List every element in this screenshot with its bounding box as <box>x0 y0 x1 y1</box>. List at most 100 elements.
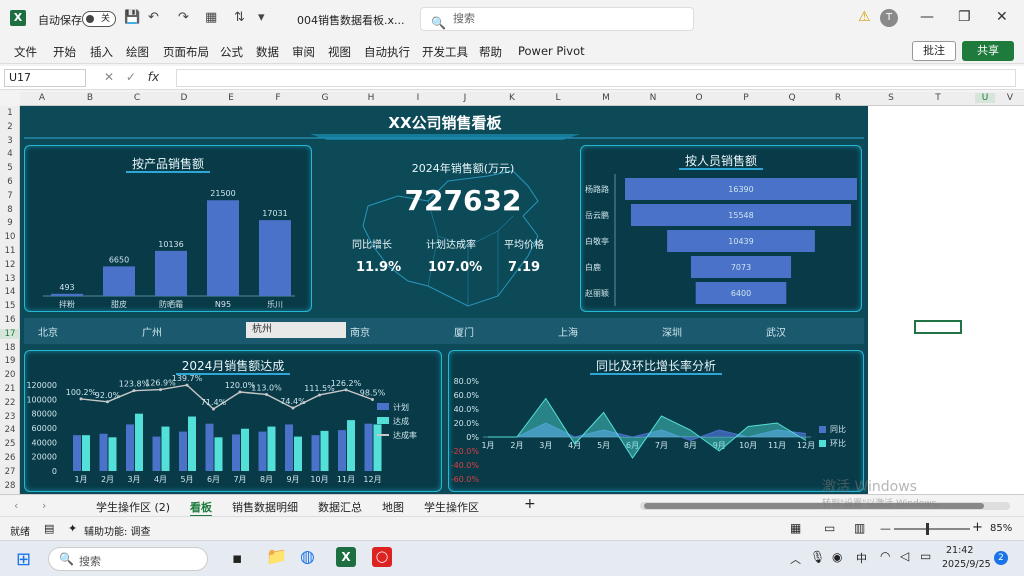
menu-review[interactable]: 审阅 <box>292 44 315 60</box>
row-header-17[interactable]: 17 <box>0 328 20 339</box>
city-button[interactable]: 广州 <box>142 324 162 339</box>
city-button[interactable]: 武汉 <box>766 324 786 339</box>
row-header-22[interactable]: 22 <box>0 398 20 408</box>
column-header-u[interactable]: U <box>975 93 995 103</box>
row-header-13[interactable]: 13 <box>0 274 20 284</box>
sheet-tab-summary[interactable]: 数据汇总 <box>318 499 362 515</box>
menu-help[interactable]: 帮助 <box>479 44 502 60</box>
menu-home[interactable]: 开始 <box>53 44 76 60</box>
row-header-4[interactable]: 4 <box>0 149 20 159</box>
row-header-7[interactable]: 7 <box>0 191 20 201</box>
column-header-i[interactable]: I <box>408 93 428 103</box>
restore-icon[interactable]: ❐ <box>958 9 971 25</box>
menu-formulas[interactable]: 公式 <box>220 44 243 60</box>
worksheet[interactable]: XX公司销售看板 按产品销售额 493 拌粉 6650 甜皮 10136 防晒霜 21500… <box>20 106 1024 494</box>
menu-file[interactable]: 文件 <box>14 44 37 60</box>
column-header-o[interactable]: O <box>689 93 709 103</box>
column-header-q[interactable]: Q <box>782 93 802 103</box>
fx-icon[interactable]: fx <box>148 70 159 84</box>
row-header-3[interactable]: 3 <box>0 136 20 146</box>
city-button[interactable]: 南京 <box>350 324 370 339</box>
menu-power-pivot[interactable]: Power Pivot <box>518 44 585 58</box>
sheet-tab-student[interactable]: 学生操作区 <box>424 499 479 515</box>
excel-taskbar-icon[interactable]: X <box>336 547 356 567</box>
city-button[interactable]: 杭州 <box>246 322 346 338</box>
column-header-v[interactable]: V <box>1000 93 1020 103</box>
sheet-tab-sales-detail[interactable]: 销售数据明细 <box>232 499 298 515</box>
menu-automate[interactable]: 自动执行 <box>364 44 410 60</box>
warning-icon[interactable]: ⚠ <box>858 9 871 25</box>
column-header-c[interactable]: C <box>127 93 147 103</box>
column-header-g[interactable]: G <box>315 93 335 103</box>
row-header-18[interactable]: 18 <box>0 343 20 353</box>
zoom-out-icon[interactable]: — <box>880 522 891 535</box>
add-sheet-icon[interactable]: + <box>524 496 536 512</box>
row-header-28[interactable]: 28 <box>0 481 20 491</box>
row-header-9[interactable]: 9 <box>0 218 20 228</box>
column-header-l[interactable]: L <box>548 93 568 103</box>
input-method[interactable]: 中 <box>856 550 867 566</box>
enter-icon[interactable]: ✓ <box>126 70 136 84</box>
clock-date[interactable]: 2025/9/25 <box>942 559 991 570</box>
document-title[interactable]: 004销售数据看板.x... <box>297 12 405 28</box>
row-header-26[interactable]: 26 <box>0 453 20 463</box>
column-header-j[interactable]: J <box>455 93 475 103</box>
menu-view[interactable]: 视图 <box>328 44 351 60</box>
selected-cell-u17[interactable] <box>914 320 962 334</box>
windows-start-icon[interactable]: ⊞ <box>16 549 31 570</box>
mic-icon[interactable]: 🎙 <box>810 550 825 564</box>
user-avatar[interactable]: T <box>880 9 898 27</box>
row-header-2[interactable]: 2 <box>0 122 20 132</box>
name-box[interactable]: U17 <box>4 69 86 87</box>
row-header-27[interactable]: 27 <box>0 467 20 477</box>
row-header-11[interactable]: 11 <box>0 246 20 256</box>
menu-insert[interactable]: 插入 <box>90 44 113 60</box>
column-header-r[interactable]: R <box>828 93 848 103</box>
row-header-8[interactable]: 8 <box>0 205 20 215</box>
tray-chevron-icon[interactable]: ︿ <box>790 551 801 567</box>
column-header-d[interactable]: D <box>174 93 194 103</box>
cancel-icon[interactable]: ✕ <box>104 70 114 84</box>
row-header-20[interactable]: 20 <box>0 370 20 380</box>
format-painter-icon[interactable]: ▦ <box>205 10 217 25</box>
zoom-level[interactable]: 85% <box>990 523 1012 534</box>
macro-icon[interactable]: ▤ <box>44 522 54 535</box>
row-header-6[interactable]: 6 <box>0 177 20 187</box>
tray-app-icon[interactable]: ◉ <box>832 550 842 564</box>
sheet-tab-map[interactable]: 地图 <box>382 499 404 515</box>
prev-sheet-icon[interactable]: ‹ <box>14 499 18 512</box>
autosave-toggle[interactable]: 关 <box>82 11 116 27</box>
notification-badge[interactable]: 2 <box>994 551 1008 565</box>
row-header-23[interactable]: 23 <box>0 412 20 422</box>
city-button[interactable]: 厦门 <box>454 324 474 339</box>
formula-input[interactable] <box>176 69 1016 87</box>
row-header-10[interactable]: 10 <box>0 232 20 242</box>
normal-view-icon[interactable]: ▦ <box>790 521 801 535</box>
share-button[interactable]: 共享 <box>962 41 1014 61</box>
volume-icon[interactable]: ◁ <box>900 549 909 563</box>
row-header-1[interactable]: 1 <box>0 108 20 118</box>
sheet-tab-dashboard[interactable]: 看板 <box>190 499 212 517</box>
row-header-16[interactable]: 16 <box>0 315 20 325</box>
column-header-a[interactable]: A <box>32 93 52 103</box>
row-header-14[interactable]: 14 <box>0 287 20 297</box>
page-break-icon[interactable]: ▥ <box>854 521 865 535</box>
red-app-icon[interactable]: ◯ <box>372 547 392 567</box>
menu-page-layout[interactable]: 页面布局 <box>163 44 209 60</box>
city-button[interactable]: 北京 <box>38 324 58 339</box>
redo-icon[interactable]: ↷ <box>178 10 189 25</box>
menu-draw[interactable]: 绘图 <box>126 44 149 60</box>
column-header-p[interactable]: P <box>736 93 756 103</box>
accessibility-status[interactable]: 辅助功能: 调查 <box>84 523 151 538</box>
menu-developer[interactable]: 开发工具 <box>422 44 468 60</box>
column-header-s[interactable]: S <box>881 93 901 103</box>
sort-icon[interactable]: ⇅ <box>234 10 245 25</box>
row-header-25[interactable]: 25 <box>0 439 20 449</box>
undo-icon[interactable]: ↶ <box>148 10 159 25</box>
row-header-24[interactable]: 24 <box>0 425 20 435</box>
wifi-icon[interactable]: ◠ <box>880 549 890 563</box>
save-icon[interactable]: 💾 <box>124 10 140 25</box>
row-header-15[interactable]: 15 <box>0 301 20 311</box>
row-header-5[interactable]: 5 <box>0 163 20 173</box>
city-button[interactable]: 深圳 <box>662 324 682 339</box>
